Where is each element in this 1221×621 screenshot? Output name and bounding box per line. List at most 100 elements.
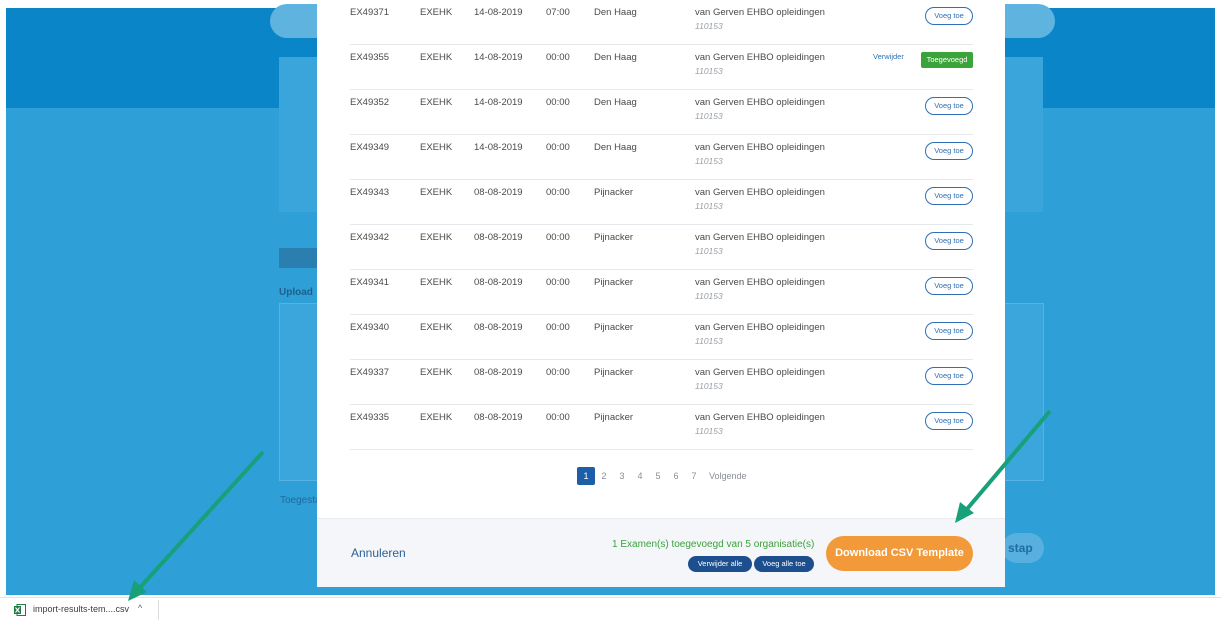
organisation-code: 110153	[695, 246, 723, 256]
page-link-2[interactable]: 2	[595, 471, 613, 481]
page-link-4[interactable]: 4	[631, 471, 649, 481]
next-step-button: stap	[1002, 533, 1044, 563]
add-exam-button[interactable]: Voeg toe	[925, 187, 973, 205]
exam-time: 00:00	[546, 412, 570, 423]
add-exam-button[interactable]: Voeg toe	[925, 367, 973, 385]
exam-row: EX49342 EXEHK 08-08-2019 00:00 Pijnacker van …	[350, 225, 973, 270]
exam-time: 00:00	[546, 142, 570, 153]
exam-date: 08-08-2019	[474, 187, 523, 198]
exam-organisation: van Gerven EHBO opleidingen	[695, 367, 825, 378]
exam-id: EX49352	[350, 97, 390, 108]
exam-place: Pijnacker	[594, 277, 634, 288]
upload-heading: Upload	[279, 287, 313, 298]
organisation-code: 110153	[695, 201, 723, 211]
exam-place: Den Haag	[594, 142, 637, 153]
exam-time: 00:00	[546, 367, 570, 378]
exam-row: EX49340 EXEHK 08-08-2019 00:00 Pijnacker van …	[350, 315, 973, 360]
remove-all-button[interactable]: Verwijder alle	[688, 556, 752, 572]
cancel-link[interactable]: Annuleren	[351, 546, 406, 560]
exam-organisation: van Gerven EHBO opleidingen	[695, 142, 825, 153]
exam-organisation: van Gerven EHBO opleidingen	[695, 322, 825, 333]
exam-type: EXEHK	[420, 142, 453, 153]
organisation-code: 110153	[695, 156, 723, 166]
exam-time: 07:00	[546, 7, 570, 18]
exam-row: EX49371 EXEHK 14-08-2019 07:00 Den Haag van G…	[350, 0, 973, 45]
exam-row: EX49341 EXEHK 08-08-2019 00:00 Pijnacker van …	[350, 270, 973, 315]
exam-place: Pijnacker	[594, 232, 634, 243]
exam-organisation: van Gerven EHBO opleidingen	[695, 187, 825, 198]
page-link-6[interactable]: 6	[667, 471, 685, 481]
exam-organisation: van Gerven EHBO opleidingen	[695, 52, 825, 63]
exam-date: 08-08-2019	[474, 367, 523, 378]
exam-date: 08-08-2019	[474, 412, 523, 423]
exam-type: EXEHK	[420, 52, 453, 63]
exam-row: EX49355 EXEHK 14-08-2019 00:00 Den Haag van G…	[350, 45, 973, 90]
exam-id: EX49349	[350, 142, 390, 153]
exam-type: EXEHK	[420, 232, 453, 243]
exam-organisation: van Gerven EHBO opleidingen	[695, 7, 825, 18]
exam-date: 08-08-2019	[474, 232, 523, 243]
download-csv-template-button[interactable]: Download CSV Template	[826, 536, 973, 571]
page-link-1[interactable]: 1	[577, 467, 595, 485]
exam-place: Den Haag	[594, 52, 637, 63]
page-link-3[interactable]: 3	[613, 471, 631, 481]
exam-row: EX49343 EXEHK 08-08-2019 00:00 Pijnacker van …	[350, 180, 973, 225]
exam-type: EXEHK	[420, 277, 453, 288]
exam-type: EXEHK	[420, 97, 453, 108]
exam-time: 00:00	[546, 232, 570, 243]
download-bar: import-results-tem....csv ^	[0, 597, 1221, 621]
exam-date: 08-08-2019	[474, 277, 523, 288]
exam-place: Pijnacker	[594, 187, 634, 198]
exam-date: 08-08-2019	[474, 322, 523, 333]
exam-organisation: van Gerven EHBO opleidingen	[695, 277, 825, 288]
exam-time: 00:00	[546, 97, 570, 108]
exam-id: EX49343	[350, 187, 390, 198]
excel-file-icon	[14, 604, 26, 616]
next-page-link[interactable]: Volgende	[709, 471, 747, 481]
exam-id: EX49355	[350, 52, 390, 63]
exam-type: EXEHK	[420, 367, 453, 378]
organisation-code: 110153	[695, 426, 723, 436]
exam-list: EX49371 EXEHK 14-08-2019 07:00 Den Haag van G…	[350, 0, 973, 450]
exam-time: 00:00	[546, 187, 570, 198]
remove-exam-link[interactable]: Verwijder	[873, 52, 904, 61]
exam-place: Den Haag	[594, 7, 637, 18]
exam-type: EXEHK	[420, 322, 453, 333]
exam-id: EX49340	[350, 322, 390, 333]
exam-place: Pijnacker	[594, 412, 634, 423]
exam-row: EX49349 EXEHK 14-08-2019 00:00 Den Haag van G…	[350, 135, 973, 180]
organisation-code: 110153	[695, 291, 723, 301]
chevron-up-icon[interactable]: ^	[138, 603, 142, 613]
exam-date: 14-08-2019	[474, 97, 523, 108]
exam-place: Den Haag	[594, 97, 637, 108]
exam-place: Pijnacker	[594, 367, 634, 378]
organisation-code: 110153	[695, 336, 723, 346]
add-exam-button[interactable]: Voeg toe	[925, 322, 973, 340]
exam-type: EXEHK	[420, 187, 453, 198]
exam-organisation: van Gerven EHBO opleidingen	[695, 412, 825, 423]
page-link-5[interactable]: 5	[649, 471, 667, 481]
exam-type: EXEHK	[420, 7, 453, 18]
organisation-code: 110153	[695, 381, 723, 391]
organisation-code: 110153	[695, 66, 723, 76]
exam-id: EX49337	[350, 367, 390, 378]
add-exam-button[interactable]: Voeg toe	[925, 232, 973, 250]
exam-organisation: van Gerven EHBO opleidingen	[695, 97, 825, 108]
download-bar-divider	[158, 600, 159, 620]
exam-id: EX49341	[350, 277, 390, 288]
modal-footer: Annuleren 1 Examen(s) toegevoegd van 5 o…	[317, 518, 1005, 587]
exam-id: EX49335	[350, 412, 390, 423]
exam-date: 14-08-2019	[474, 52, 523, 63]
exam-place: Pijnacker	[594, 322, 634, 333]
exam-row: EX49337 EXEHK 08-08-2019 00:00 Pijnacker van …	[350, 360, 973, 405]
add-exam-button[interactable]: Voeg toe	[925, 412, 973, 430]
add-exam-button[interactable]: Voeg toe	[925, 142, 973, 160]
add-all-button[interactable]: Voeg alle toe	[754, 556, 814, 572]
add-exam-button[interactable]: Voeg toe	[925, 7, 973, 25]
added-badge[interactable]: Toegevoegd	[921, 52, 973, 68]
page-link-7[interactable]: 7	[685, 471, 703, 481]
add-exam-button[interactable]: Voeg toe	[925, 277, 973, 295]
pagination: 1 2 3 4 5 6 7 Volgende	[577, 467, 747, 485]
downloaded-file-name[interactable]: import-results-tem....csv	[33, 604, 129, 614]
add-exam-button[interactable]: Voeg toe	[925, 97, 973, 115]
